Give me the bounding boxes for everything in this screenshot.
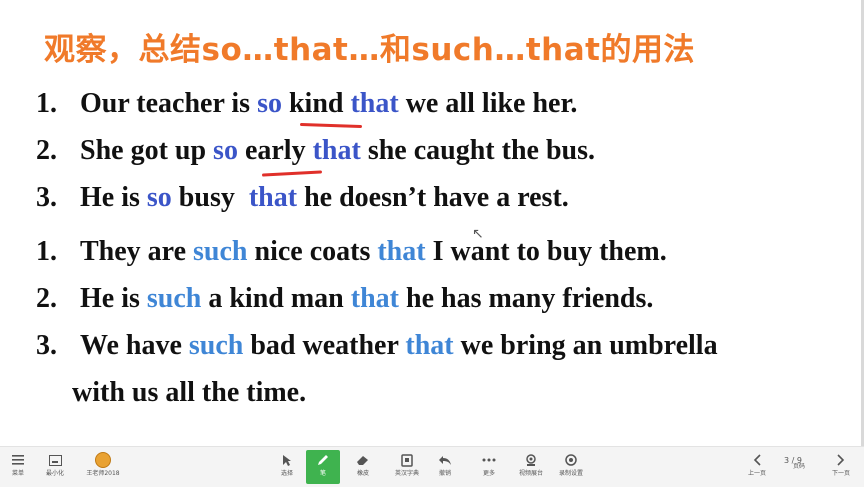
select-label: 选择 [280, 470, 293, 477]
pen-underline [261, 170, 323, 177]
sentence-text: we all like her. [398, 88, 578, 119]
sentence-text: nice coats [247, 236, 378, 267]
bottom-toolbar: 菜单 最小化 王老师2018 选择 笔 橡皮 英汉字典 撤销 更多 视频展台 录… [0, 446, 864, 487]
pen-icon [316, 450, 330, 470]
such-sentence-1: 1. They are such nice coats that I want t… [36, 236, 667, 268]
page-number-button[interactable]: 页码 [784, 463, 814, 483]
dictionary-button[interactable]: 英汉字典 [390, 450, 424, 484]
sentence-text: he doesn’t have a rest. [297, 182, 569, 213]
sentence-text: They are [80, 236, 194, 267]
sentence-text: He is [80, 182, 147, 213]
undo-icon [438, 450, 452, 470]
previous-page-label: 上一页 [747, 470, 766, 477]
cursor-arrow-icon [282, 450, 292, 470]
so-sentence-2: 2. She got up so early that she caught th… [36, 135, 595, 167]
sentence-number: 2. [36, 135, 57, 166]
eraser-tool-button[interactable]: 橡皮 [348, 450, 378, 484]
sentence-text: we bring an umbrella [453, 330, 718, 361]
avatar [95, 452, 111, 468]
sentence-text: I want to buy them. [425, 236, 667, 267]
keyword-that: that [405, 330, 454, 361]
keyword-so: so [257, 88, 282, 119]
sentence-text: he has many friends. [399, 283, 654, 314]
next-page-label: 下一页 [831, 470, 850, 477]
more-dots-icon [482, 450, 496, 470]
sentence-number: 1. [36, 88, 57, 119]
sentence-number: 1. [36, 236, 57, 267]
undo-button[interactable]: 撤销 [430, 450, 460, 484]
video-booth-button[interactable]: 视频展台 [514, 450, 548, 484]
pen-underline [299, 122, 363, 129]
video-booth-label: 视频展台 [518, 470, 543, 477]
dictionary-label: 英汉字典 [394, 470, 419, 477]
menu-label: 菜单 [11, 470, 24, 477]
sentence-text: We have [80, 330, 189, 361]
sentence-text: Our teacher is [80, 88, 258, 119]
record-icon [564, 450, 578, 470]
eraser-label: 橡皮 [356, 470, 369, 477]
keyword-that: that [377, 236, 426, 267]
sentence-text: She got up [80, 135, 214, 166]
keyword-that: that [248, 182, 298, 213]
keyword-such: such [146, 283, 202, 314]
such-sentence-2: 2. He is such a kind man that he has many… [36, 283, 653, 315]
sentence-text: busy [171, 182, 249, 213]
minimize-label: 最小化 [45, 470, 64, 477]
eraser-icon [356, 450, 370, 470]
page-number-label: 页码 [792, 463, 805, 470]
user-profile-button[interactable]: 王老师2018 [84, 450, 122, 484]
pen-tool-button[interactable]: 笔 [306, 450, 340, 484]
slide-canvas: 观察，总结so…that…和such…that的用法 1. Our teacher… [0, 0, 864, 446]
so-sentence-1: 1. Our teacher is so kind that we all lik… [36, 88, 577, 120]
sentence-text: she caught the bus. [360, 135, 595, 166]
sentence-text: a kind man [201, 283, 351, 314]
select-tool-button[interactable]: 选择 [272, 450, 302, 484]
book-icon [401, 450, 413, 470]
sentence-number: 3. [36, 182, 57, 213]
keyword-that: that [350, 88, 399, 119]
keyword-such: such [188, 330, 244, 361]
slide-title: 观察，总结so…that…和such…that的用法 [44, 32, 695, 68]
keyword-such: such [193, 236, 248, 267]
keyword-so: so [146, 182, 172, 213]
keyword-that: that [312, 135, 361, 166]
more-label: 更多 [482, 470, 495, 477]
sentence-text: He is [80, 283, 147, 314]
menu-button[interactable]: 菜单 [3, 450, 33, 484]
record-settings-label: 录制设置 [558, 470, 583, 477]
chevron-left-icon [753, 450, 761, 470]
keyword-so: so [213, 135, 238, 166]
more-button[interactable]: 更多 [474, 450, 504, 484]
menu-icon [12, 450, 24, 470]
undo-label: 撤销 [438, 470, 451, 477]
user-name: 王老师2018 [86, 470, 120, 477]
sentence-text: kind [281, 88, 351, 119]
keyword-that: that [350, 283, 399, 314]
record-settings-button[interactable]: 录制设置 [554, 450, 588, 484]
minimize-icon [48, 450, 62, 470]
next-page-button[interactable]: 下一页 [826, 450, 856, 484]
sentence-number: 2. [36, 283, 57, 314]
sentence-number: 3. [36, 330, 57, 361]
such-sentence-3-continuation: with us all the time. [72, 377, 307, 408]
camera-icon [525, 450, 537, 470]
such-sentence-3: 3. We have such bad weather that we bring… [36, 330, 718, 362]
previous-page-button[interactable]: 上一页 [742, 450, 772, 484]
sentence-text: early [237, 135, 313, 166]
so-sentence-3: 3. He is so busy that he doesn’t have a r… [36, 182, 569, 214]
minimize-button[interactable]: 最小化 [40, 450, 70, 484]
pen-label: 笔 [319, 470, 326, 477]
sentence-text: bad weather [243, 330, 406, 361]
chevron-right-icon [837, 450, 845, 470]
